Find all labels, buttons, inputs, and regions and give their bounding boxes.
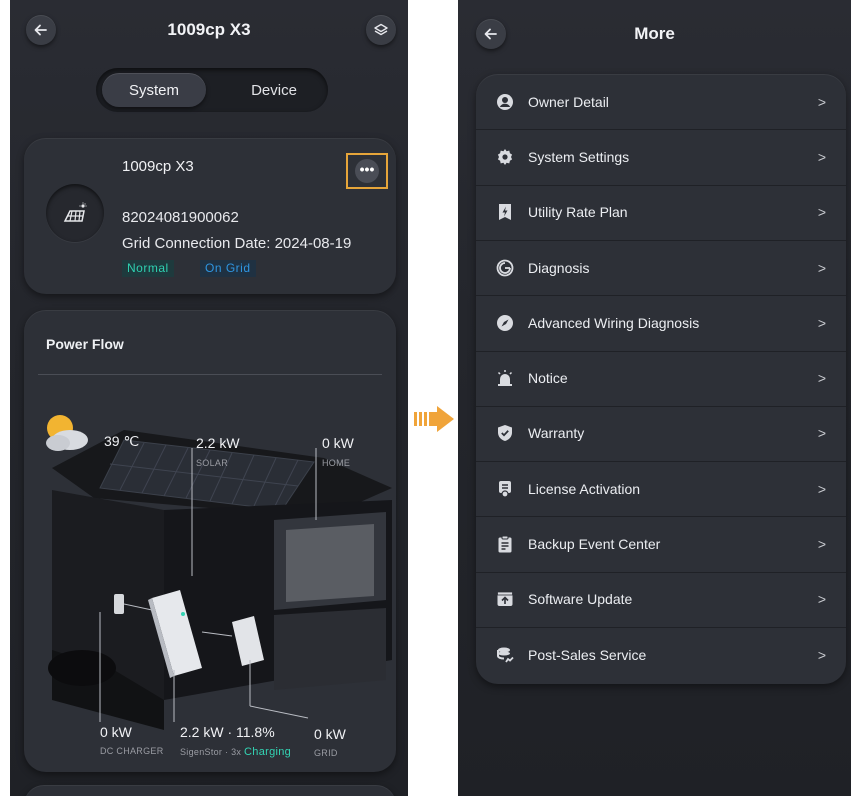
home-value: 0 kW [322, 435, 354, 451]
page-title: More [634, 24, 675, 43]
arrow-left-icon [34, 24, 47, 36]
system-card[interactable]: 1009cp X3 ••• 82024081900062 Grid Connec… [24, 138, 396, 294]
chevron-right-icon: > [817, 536, 826, 553]
menu-item-label: Utility Rate Plan [528, 204, 628, 221]
grid-connection-date: Grid Connection Date: 2024-08-19 [122, 235, 352, 252]
page-title: 1009cp X3 [167, 20, 251, 39]
menu-item-owner-detail[interactable]: Owner Detail > [476, 74, 846, 129]
menu-item-license-activation[interactable]: License Activation > [476, 461, 846, 516]
battery-model: SigenStor · 3x [180, 747, 242, 757]
more-menu: Owner Detail > System Settings > Utility Rat… [476, 74, 846, 684]
menu-item-label: Advanced Wiring Diagnosis [528, 314, 700, 331]
shield-check-icon [496, 424, 514, 442]
menu-item-warranty[interactable]: Warranty > [476, 406, 846, 461]
divider [38, 374, 382, 375]
menu-item-system-settings[interactable]: System Settings > [476, 129, 846, 184]
system-screen: 1009cp X3 System Device 1009cp X3 ••• 82… [10, 0, 408, 796]
chevron-right-icon: > [817, 259, 826, 276]
clipboard-icon [496, 535, 514, 553]
temperature-value: 39 ℃ [104, 433, 140, 449]
grid-value: 0 kW [314, 726, 346, 742]
system-name: 1009cp X3 [122, 158, 194, 175]
more-screen: More Owner Detail > System Settings > Utilit… [458, 0, 851, 796]
chevron-right-icon: > [817, 93, 826, 110]
menu-item-post-sales-service[interactable]: Post-Sales Service > [476, 627, 846, 682]
chevron-right-icon: > [817, 204, 826, 221]
menu-item-label: Diagnosis [528, 259, 590, 276]
back-button[interactable] [476, 19, 506, 49]
status-badge-on-grid: On Grid [200, 260, 256, 277]
solar-value: 2.2 kW [196, 435, 240, 451]
power-flow-card: Power Flow 39 ℃ 2.2 kW SOLAR 0 kW HOME 0… [24, 310, 396, 772]
user-icon [496, 93, 514, 111]
solar-panel-icon [46, 184, 104, 242]
chevron-right-icon: > [817, 646, 826, 663]
more-options-button[interactable]: ••• [355, 159, 379, 183]
menu-item-label: License Activation [528, 480, 641, 497]
menu-item-label: Software Update [528, 591, 633, 608]
power-flow-title: Power Flow [46, 336, 124, 352]
menu-item-label: Notice [528, 370, 568, 387]
diagnosis-icon [496, 259, 514, 277]
menu-item-advanced-wiring-diagnosis[interactable]: Advanced Wiring Diagnosis > [476, 295, 846, 350]
battery-label: SigenStor · 3x Charging [180, 746, 291, 758]
compass-icon [496, 314, 514, 332]
menu-item-label: Backup Event Center [528, 536, 661, 553]
chevron-right-icon: > [817, 148, 826, 165]
gear-icon [496, 148, 514, 166]
menu-item-label: System Settings [528, 148, 630, 165]
menu-item-software-update[interactable]: Software Update > [476, 572, 846, 627]
bolt-flag-icon [496, 203, 514, 221]
menu-item-label: Owner Detail [528, 93, 609, 110]
chevron-right-icon: > [817, 480, 826, 497]
menu-item-label: Post-Sales Service [528, 646, 647, 663]
tab-device[interactable]: Device [226, 73, 322, 107]
view-toggle: System Device [96, 68, 328, 112]
next-card [24, 785, 396, 796]
menu-item-backup-event-center[interactable]: Backup Event Center > [476, 516, 846, 571]
solar-label: SOLAR [196, 458, 229, 468]
battery-value: 2.2 kW · 11.8% [180, 724, 275, 740]
system-serial: 82024081900062 [122, 209, 239, 226]
layers-icon [374, 23, 388, 36]
arrow-left-icon [484, 28, 497, 40]
upload-icon [496, 590, 514, 608]
tab-system[interactable]: System [102, 73, 206, 107]
chevron-right-icon: > [817, 314, 826, 331]
more-highlight: ••• [346, 153, 388, 189]
alarm-icon [496, 369, 514, 387]
weather-icon [46, 415, 88, 451]
home-label: HOME [322, 458, 351, 468]
back-button[interactable] [26, 15, 56, 45]
chevron-right-icon: > [817, 370, 826, 387]
battery-state: Charging [244, 746, 292, 758]
status-badge-normal: Normal [122, 260, 174, 277]
layers-button[interactable] [366, 15, 396, 45]
grid-label: GRID [314, 748, 338, 758]
house-illustration [46, 415, 392, 730]
transition-arrow-icon [414, 406, 454, 432]
menu-item-utility-rate-plan[interactable]: Utility Rate Plan > [476, 185, 846, 240]
dc-charger-value: 0 kW [100, 724, 132, 740]
chevron-right-icon: > [817, 425, 826, 442]
menu-item-diagnosis[interactable]: Diagnosis > [476, 240, 846, 295]
menu-item-label: Warranty [528, 425, 585, 442]
license-icon [496, 480, 514, 498]
chevron-right-icon: > [817, 591, 826, 608]
dc-charger-label: DC CHARGER [100, 746, 164, 756]
service-icon [496, 646, 514, 664]
menu-item-notice[interactable]: Notice > [476, 351, 846, 406]
